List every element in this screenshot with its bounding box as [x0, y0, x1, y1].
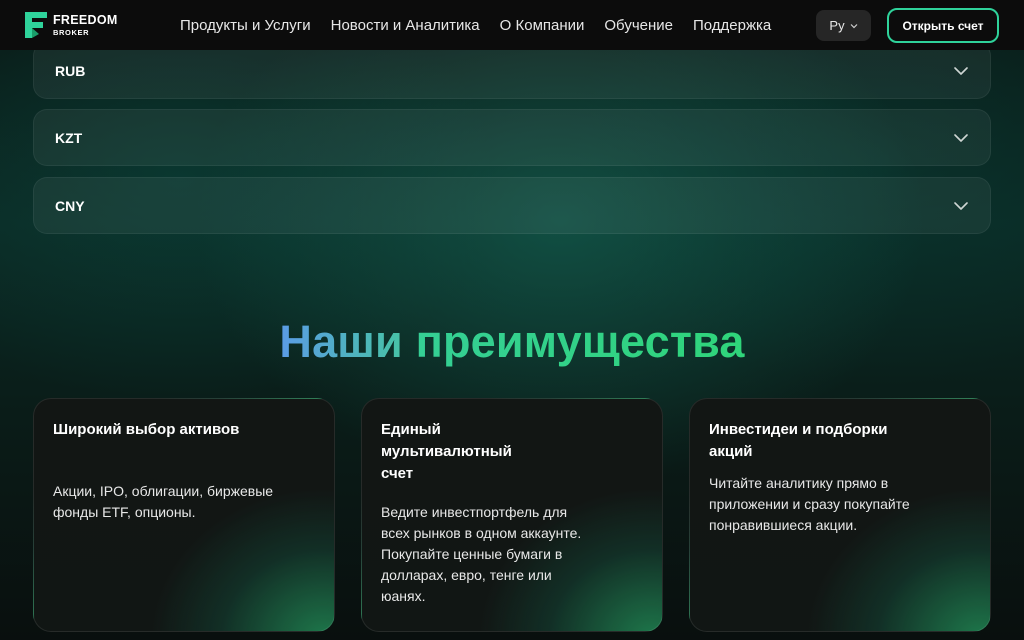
nav-item-support[interactable]: Поддержка [693, 17, 771, 34]
advantage-card-ideas: Инвестидеи и подборки акций Читайте анал… [689, 398, 991, 632]
chevron-down-icon [954, 201, 968, 210]
card-title: Единый мультивалютный счет [381, 421, 512, 482]
accordion-label: KZT [55, 129, 83, 146]
freedom-logo-icon [25, 12, 47, 38]
nav-item-news[interactable]: Новости и Аналитика [331, 17, 480, 34]
logo-title: FREEDOM [53, 13, 118, 27]
logo-subtitle: BROKER [53, 27, 90, 37]
advantage-card-assets: Широкий выбор активов Акции, IPO, облига… [33, 398, 335, 632]
currency-accordion-rub[interactable]: RUB [33, 42, 991, 99]
advantage-card-multicurrency: Единый мультивалютный счет Ведите инвест… [361, 398, 663, 632]
top-header: FREEDOM BROKER Продукты и Услуги Новости… [0, 0, 1024, 50]
card-text: Читайте аналитику прямо в приложении и с… [709, 475, 910, 533]
title-part-2: преимущества [415, 316, 745, 367]
advantages-title: Наши преимущества [0, 316, 1024, 368]
accordion-label: CNY [55, 197, 85, 214]
card-title: Широкий выбор активов [53, 421, 240, 438]
card-title: Инвестидеи и подборки акций [709, 421, 888, 460]
open-account-button[interactable]: Открыть счет [887, 8, 999, 43]
chevron-down-icon [954, 66, 968, 75]
nav-item-about[interactable]: О Компании [500, 17, 585, 34]
language-select[interactable]: Ру [816, 10, 871, 41]
card-text: Акции, IPO, облигации, биржевые фонды ET… [53, 483, 274, 520]
language-label: Ру [829, 18, 845, 33]
nav-item-education[interactable]: Обучение [604, 17, 673, 34]
chevron-down-icon [850, 23, 858, 28]
freedom-broker-logo[interactable]: FREEDOM BROKER [25, 12, 118, 38]
accordion-label: RUB [55, 62, 86, 79]
currency-accordion-cny[interactable]: CNY [33, 177, 991, 234]
card-text: Ведите инвестпортфель для всех рынков в … [381, 504, 582, 604]
nav-item-products[interactable]: Продукты и Услуги [180, 17, 311, 34]
main-nav: Продукты и Услуги Новости и Аналитика О … [180, 0, 771, 50]
chevron-down-icon [954, 133, 968, 142]
title-part-1: Наши [279, 316, 403, 367]
currency-accordion-kzt[interactable]: KZT [33, 109, 991, 166]
